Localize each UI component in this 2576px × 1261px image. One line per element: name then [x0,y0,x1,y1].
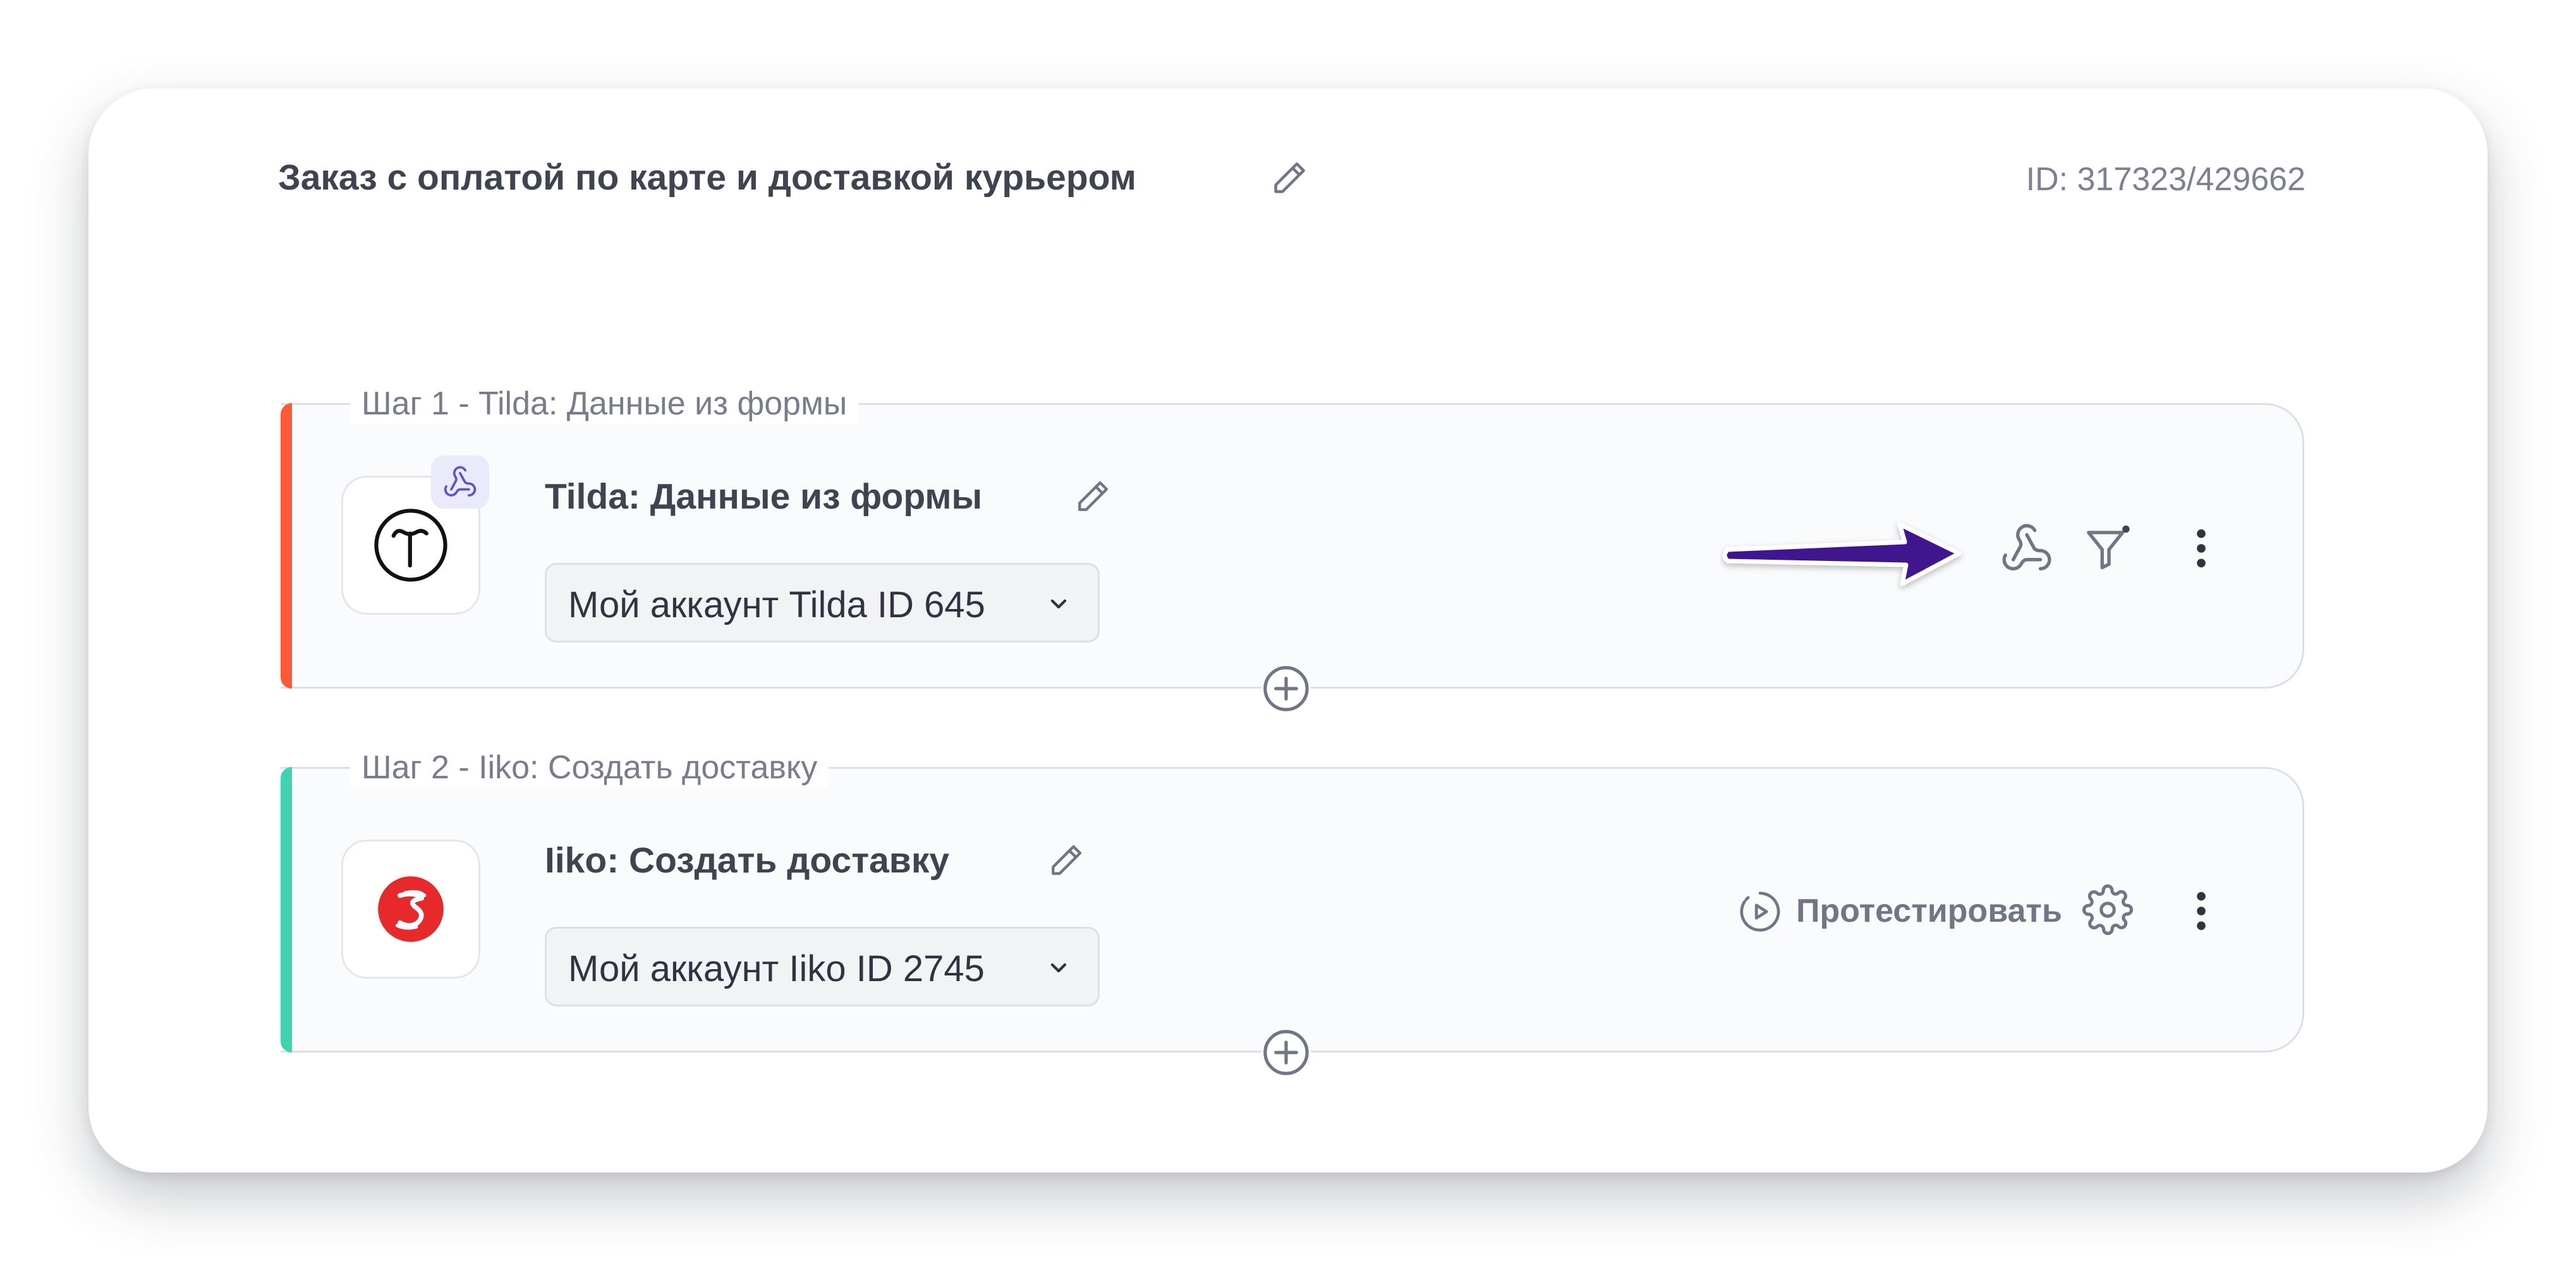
chevron-down-icon [1050,599,1067,609]
more-vertical-icon [2197,529,2206,568]
step-more-button[interactable] [2174,521,2228,579]
step-1-card: Шаг 1 - Tilda: Данные из формы Tilda: Да… [281,383,2304,689]
scenario-id: ID: 317323/429662 [2026,161,2306,198]
step-more-button[interactable] [2174,884,2228,941]
edit-step-name-pencil-icon[interactable] [1073,477,1112,516]
add-step-button[interactable] [1261,664,1311,713]
chevron-down-icon [1050,963,1067,973]
account-select[interactable]: Мой аккаунт Tilda ID 645 [545,563,1100,643]
tilda-logo-icon [374,509,447,582]
step-name: Tilda: Данные из формы [545,476,983,517]
more-vertical-icon [2197,891,2206,931]
account-select-value: Мой аккаунт Tilda ID 645 [568,584,985,625]
iiko-logo [341,840,480,979]
webhook-icon [444,466,477,497]
step-accent-stripe [281,767,292,1053]
edit-step-name-pencil-icon[interactable] [1047,841,1086,880]
account-select[interactable]: Мой аккаунт Iiko ID 2745 [545,927,1100,1006]
filter-button[interactable] [2082,521,2136,579]
webhook-icon [2002,524,2051,570]
scenario-title: Заказ с оплатой по карте и доставкой кур… [278,157,1136,198]
filter-icon [2087,525,2130,570]
play-circle-icon [1740,891,1780,932]
edit-title-pencil-icon[interactable] [1269,158,1309,198]
step-accent-stripe [281,403,292,689]
test-step-label: Протестировать [1796,893,2062,929]
account-select-value: Мой аккаунт Iiko ID 2745 [568,948,985,989]
plus-circle-icon [1263,666,1309,711]
gear-icon [2082,884,2134,936]
step-settings-button[interactable] [2082,884,2134,939]
iiko-logo-icon [378,876,444,942]
annotation-arrow-icon [1722,522,1962,586]
step-legend: Шаг 2 - Iiko: Создать доставку [350,747,829,788]
add-step-button[interactable] [1261,1028,1311,1077]
trigger-badge [431,456,489,509]
step-legend: Шаг 1 - Tilda: Данные из формы [350,383,859,424]
plus-circle-icon [1263,1030,1309,1075]
webhook-settings-button[interactable] [2000,521,2054,579]
step-name: Iiko: Создать доставку [545,840,950,881]
